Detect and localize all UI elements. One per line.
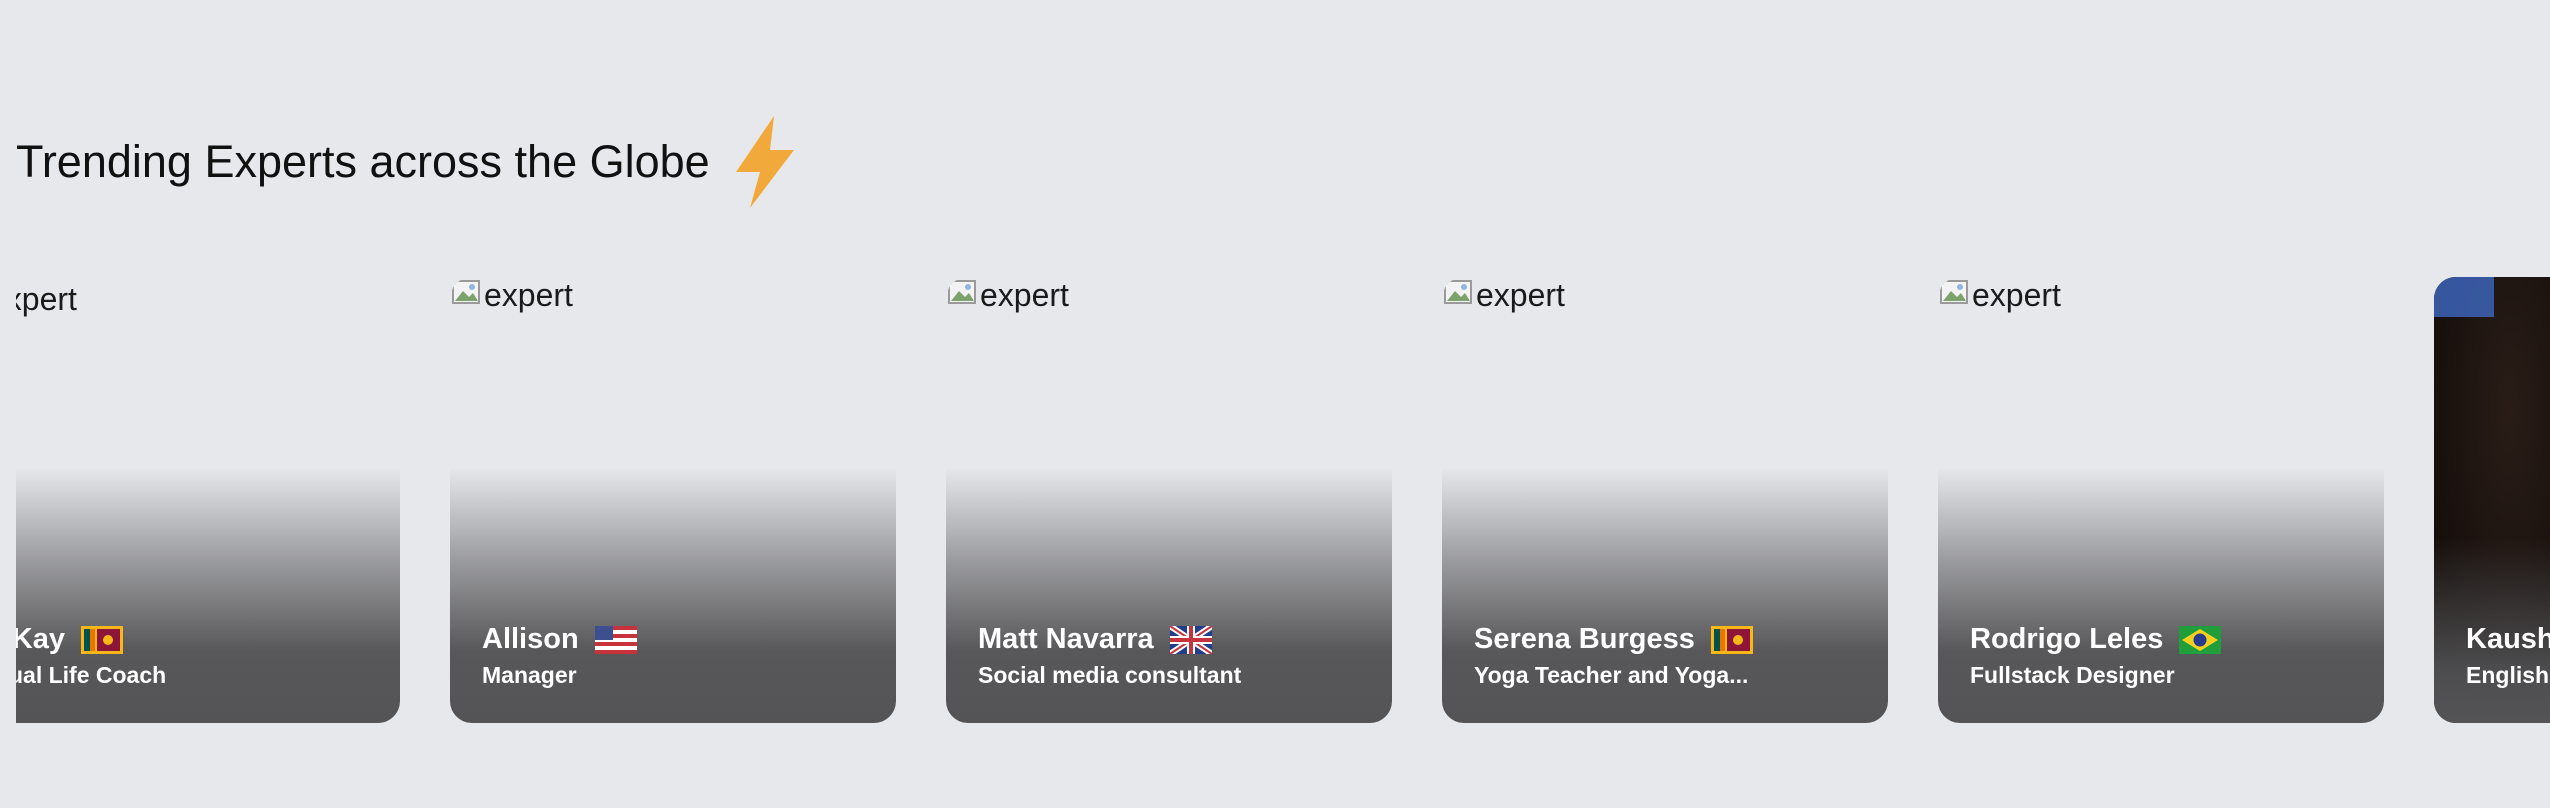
trending-experts-section: Trending Experts across the Globe expert [0, 0, 2550, 808]
brazil-flag-icon [2179, 625, 2222, 654]
expert-role: English t [2466, 662, 2550, 688]
expert-info: n Kay ritual Life Coach [16, 623, 380, 689]
expert-image-alt: expert [1972, 277, 2061, 313]
expert-info: Matt Navarra Social media consultant [978, 623, 1372, 689]
expert-role: Social media consultant [978, 662, 1242, 688]
expert-info: Kausha English t [2466, 623, 2550, 689]
expert-name: Rodrigo Leles [1970, 623, 2164, 655]
expert-info: Allison Manager [482, 623, 876, 689]
sri-lanka-flag-icon [1710, 625, 1753, 654]
section-heading: Trending Experts across the Globe [16, 112, 800, 212]
broken-image-icon [1940, 279, 1968, 304]
broken-image-icon [1444, 279, 1472, 304]
uk-flag-icon [1169, 625, 1212, 654]
expert-card[interactable]: expert Serena Burgess Yoga Teacher and Y… [1442, 277, 1888, 723]
expert-name: Serena Burgess [1474, 623, 1695, 655]
expert-role: ritual Life Coach [16, 662, 167, 688]
expert-image-alt: expert [980, 277, 1069, 313]
expert-image: expert [1938, 277, 2061, 314]
experts-carousel[interactable]: expert n Kay ritual Life Coach [16, 277, 2550, 723]
expert-card[interactable]: expert n Kay ritual Life Coach [16, 277, 400, 723]
expert-image-alt: expert [16, 281, 77, 317]
expert-card[interactable]: expert Rodrigo Leles Fullstack Designer [1938, 277, 2384, 723]
expert-card[interactable]: expert Matt Navarra Social media consult… [946, 277, 1392, 723]
expert-image-alt: expert [1476, 277, 1565, 313]
expert-name: Matt Navarra [978, 623, 1154, 655]
expert-role: Fullstack Designer [1970, 662, 2175, 688]
section-title: Trending Experts across the Globe [16, 136, 710, 187]
lightning-bolt-icon [735, 116, 794, 208]
expert-role: Manager [482, 662, 577, 688]
expert-image: expert [1442, 277, 1565, 314]
expert-image-alt: expert [484, 277, 573, 313]
expert-name: n Kay [16, 623, 65, 655]
expert-image: expert [450, 277, 573, 314]
expert-info: Rodrigo Leles Fullstack Designer [1970, 623, 2364, 689]
expert-info: Serena Burgess Yoga Teacher and Yoga... [1474, 623, 1868, 689]
expert-card[interactable]: expert Allison Manager [450, 277, 896, 723]
expert-name: Allison [482, 623, 579, 655]
broken-image-icon [948, 279, 976, 304]
broken-image-icon [452, 279, 480, 304]
photo-badge [2434, 277, 2494, 317]
usa-flag-icon [594, 625, 637, 654]
expert-image: expert [946, 277, 1069, 314]
expert-role: Yoga Teacher and Yoga... [1474, 662, 1749, 688]
expert-name: Kausha [2466, 623, 2550, 655]
sri-lanka-flag-icon [80, 625, 123, 654]
expert-card[interactable]: Kausha English t [2434, 277, 2550, 723]
expert-image: expert [16, 281, 77, 318]
